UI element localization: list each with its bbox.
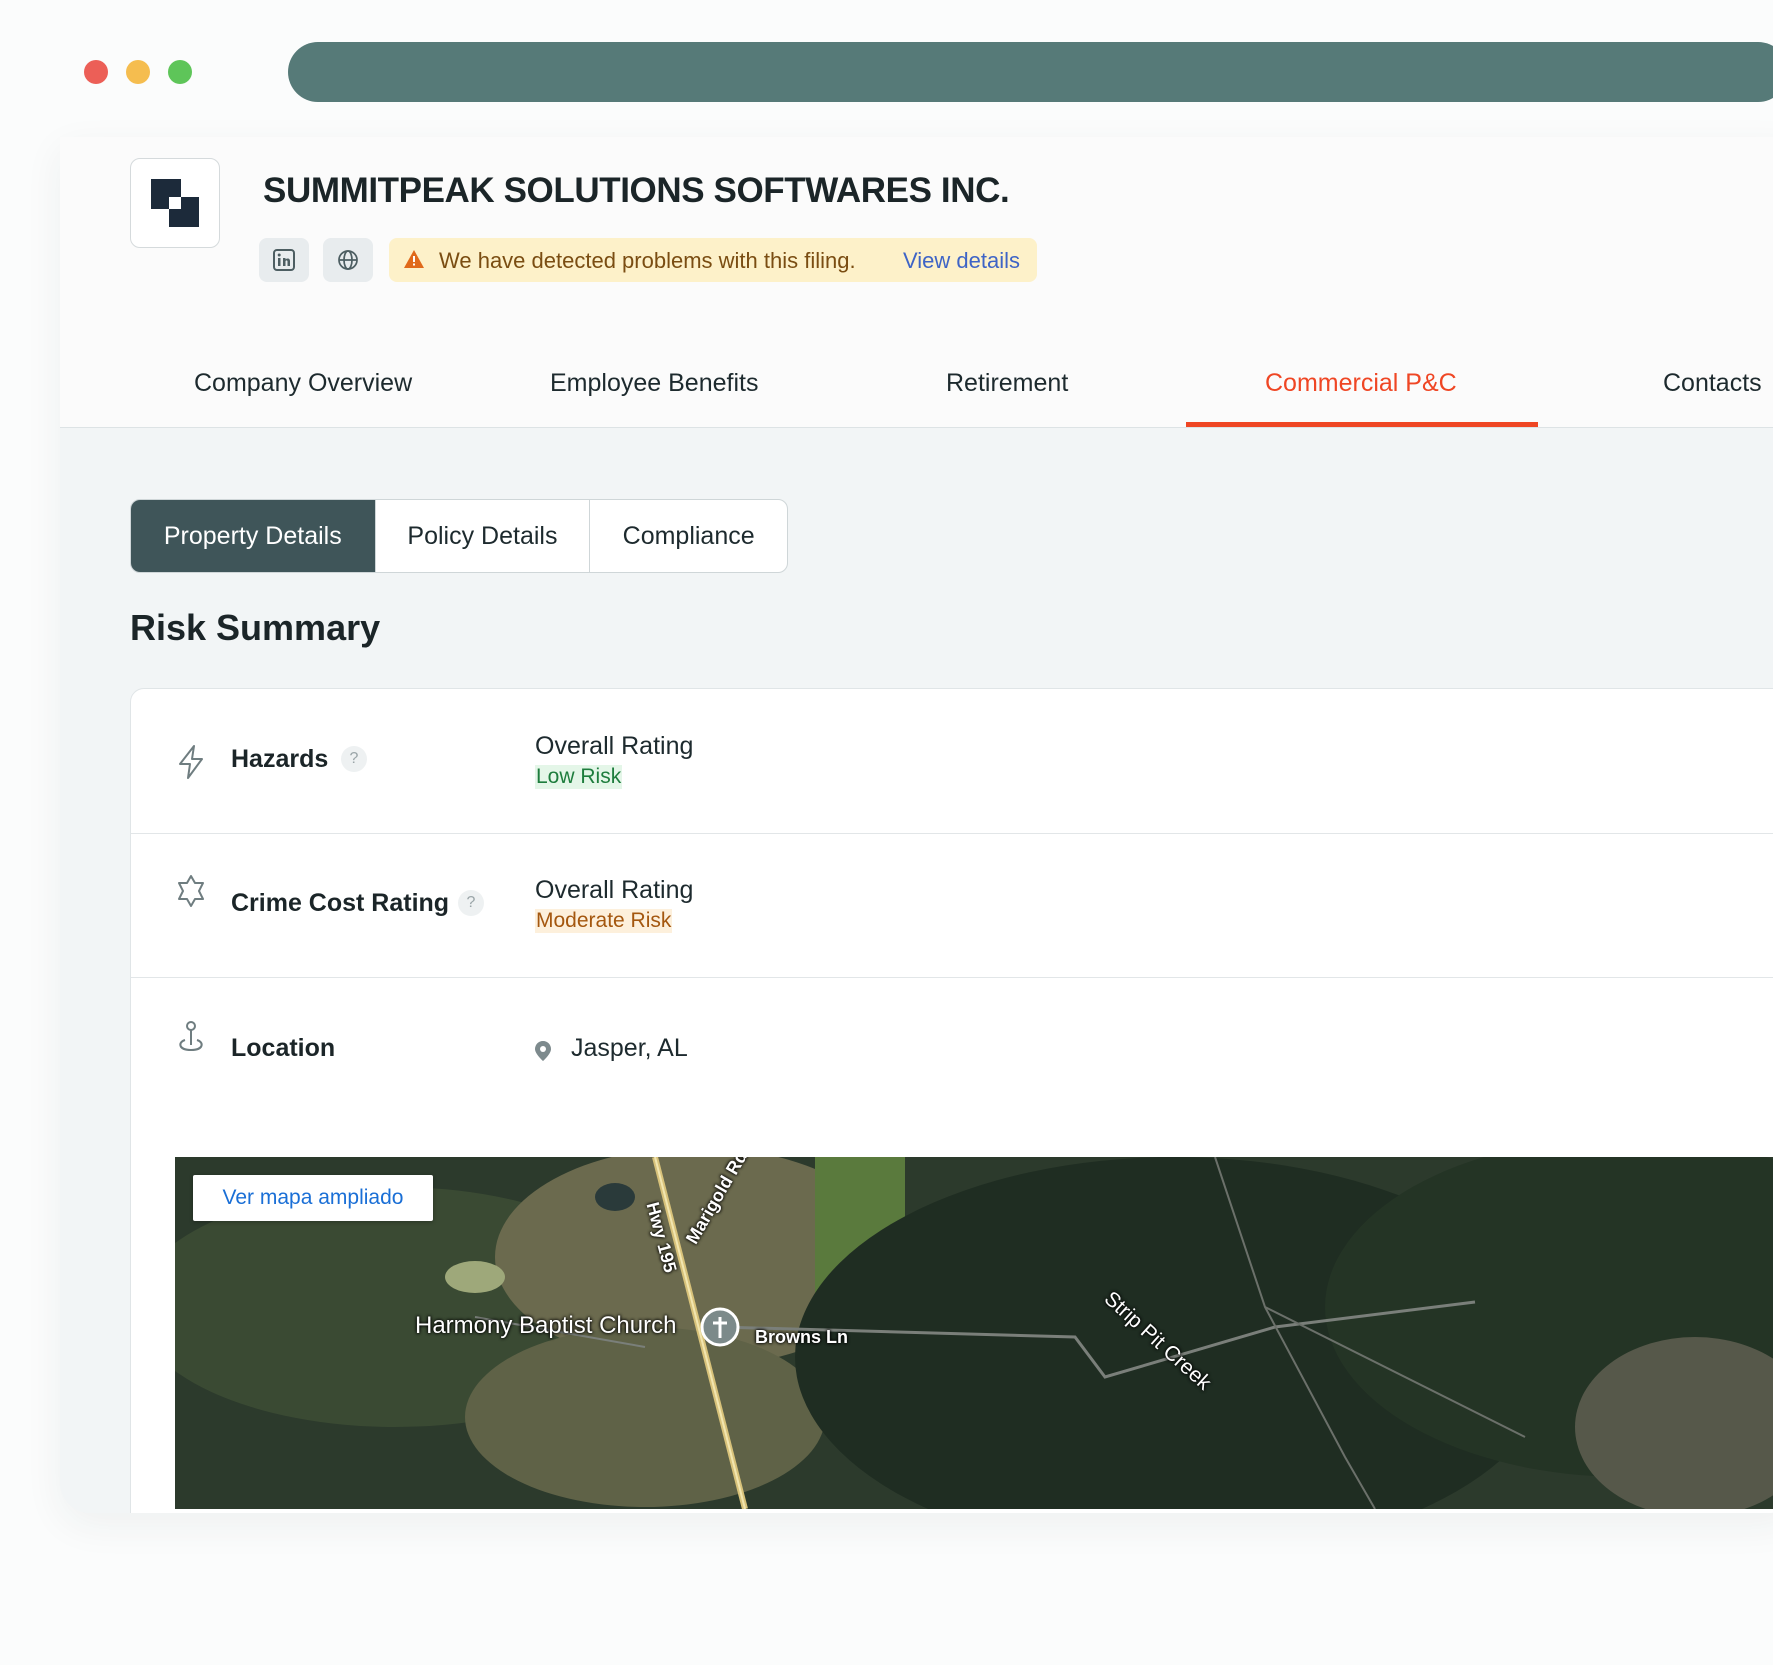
company-header: SUMMITPEAK SOLUTIONS SOFTWARES INC. We h… [60,137,1773,428]
lightning-icon [179,745,203,779]
crime-cost-help-icon[interactable]: ? [458,890,484,916]
stacked-squares-logo-icon [151,179,199,227]
close-window-button[interactable] [84,60,108,84]
tab-retirement[interactable]: Retirement [946,369,1068,398]
tab-commercial-pc[interactable]: Commercial P&C [1265,369,1457,398]
company-logo [130,158,220,248]
map-label-browns: Browns Ln [755,1327,848,1347]
tab-employee-benefits[interactable]: Employee Benefits [550,369,758,398]
address-bar[interactable] [288,42,1773,102]
active-tab-indicator [1186,422,1538,427]
location-label: Location [231,1034,336,1062]
risk-summary-card: Hazards ? Overall Rating Low Risk Crime … [130,688,1773,1513]
linkedin-icon [273,249,295,271]
row-divider [131,977,1773,978]
subtab-compliance[interactable]: Compliance [590,500,787,572]
hazards-label: Hazards [231,745,329,773]
map-label-church: Harmony Baptist Church [415,1312,677,1339]
website-button[interactable] [323,238,373,282]
map-pin-icon [179,1021,203,1052]
linkedin-button[interactable] [259,238,309,282]
crime-rating-title: Overall Rating [535,876,694,904]
subtab-policy-details[interactable]: Policy Details [376,500,591,572]
warning-triangle-icon [404,250,424,268]
company-name: SUMMITPEAK SOLUTIONS SOFTWARES INC. [263,171,1010,210]
row-divider [131,833,1773,834]
property-subtabs: Property Details Policy Details Complian… [130,499,788,573]
view-larger-map-button[interactable]: Ver mapa ampliado [193,1175,433,1221]
minimize-window-button[interactable] [126,60,150,84]
app-window: SUMMITPEAK SOLUTIONS SOFTWARES INC. We h… [60,137,1773,1513]
tab-contacts[interactable]: Contacts [1663,369,1762,398]
star-badge-icon [178,875,204,907]
hazards-help-icon[interactable]: ? [341,746,367,772]
location-pin-icon [535,1041,551,1061]
maximize-window-button[interactable] [168,60,192,84]
alert-message: We have detected problems with this fili… [439,248,856,273]
location-value: Jasper, AL [571,1034,688,1062]
filing-alert: We have detected problems with this fili… [389,238,1037,282]
risk-summary-title: Risk Summary [130,607,381,648]
tab-company-overview[interactable]: Company Overview [194,369,412,398]
crime-rating-value: Moderate Risk [535,909,673,933]
view-details-link[interactable]: View details [903,248,1020,274]
subtab-property-details[interactable]: Property Details [131,500,376,572]
satellite-map[interactable]: Ver mapa ampliado Harmony Baptist Church… [175,1157,1773,1509]
hazards-rating-title: Overall Rating [535,732,694,760]
globe-icon [338,250,358,270]
hazards-rating-value: Low Risk [535,765,623,789]
crime-cost-label: Crime Cost Rating [231,889,450,917]
